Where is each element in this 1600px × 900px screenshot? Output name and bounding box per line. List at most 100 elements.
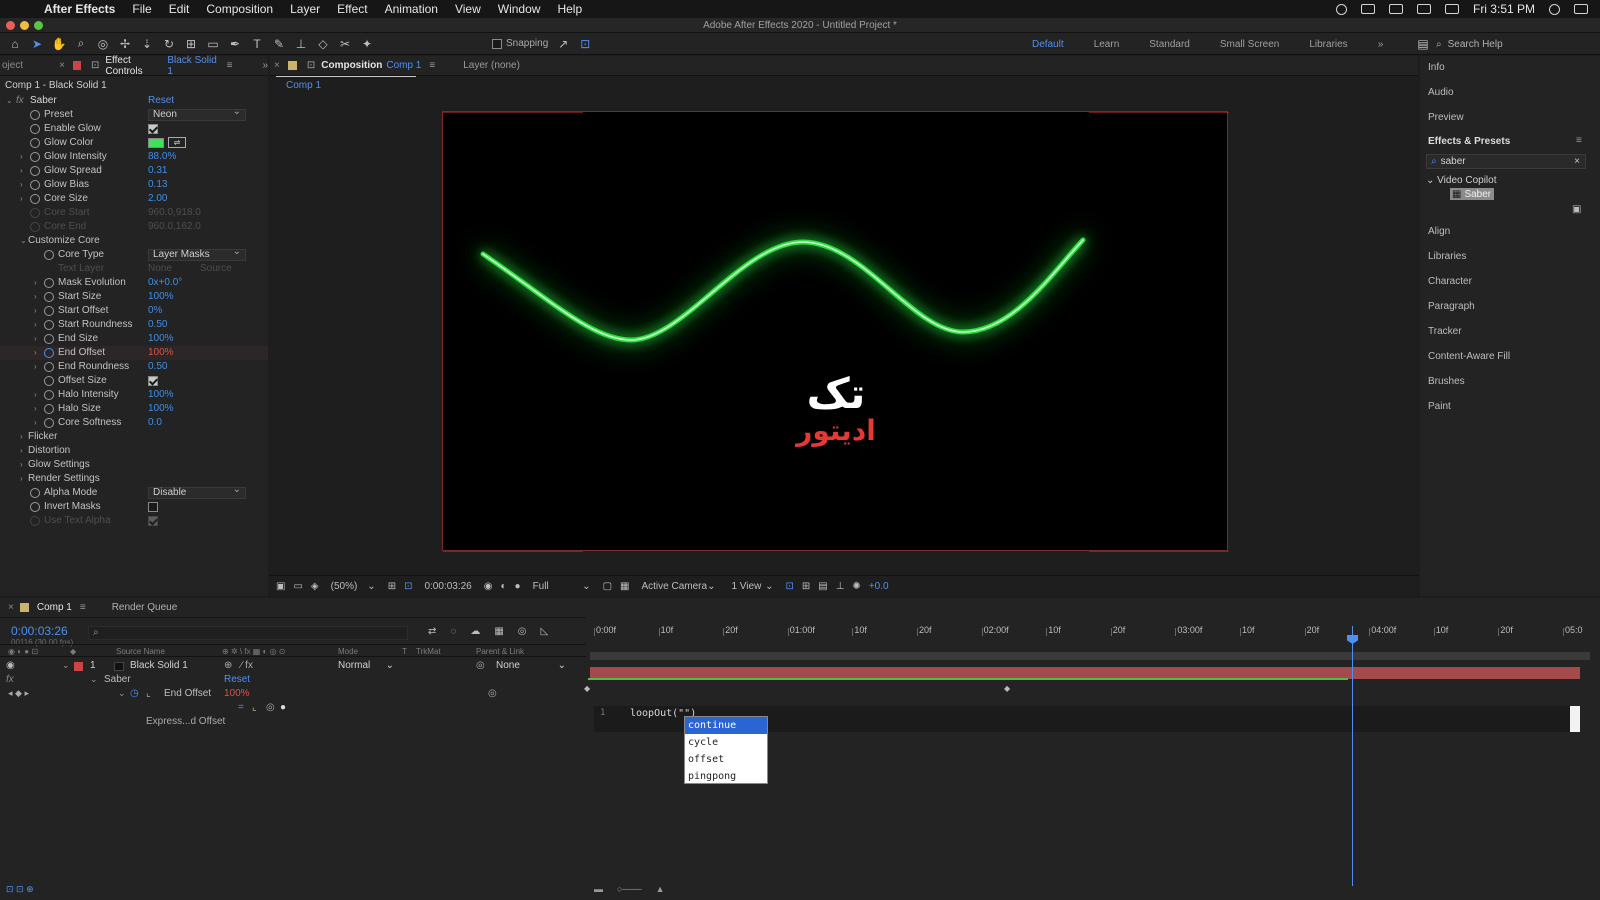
menu-file[interactable]: File: [132, 2, 151, 16]
group-twirl-icon[interactable]: ›: [20, 472, 28, 486]
panel-libraries[interactable]: Libraries: [1428, 251, 1466, 262]
prop-start-size[interactable]: › Start Size 100%: [0, 290, 268, 304]
timeline-menu-icon[interactable]: ≡: [80, 602, 86, 613]
stopwatch-icon[interactable]: [44, 320, 54, 330]
layer-switches-toggle-icon[interactable]: ⊡ ⊡ ⊕: [6, 884, 34, 894]
snap-edges-icon[interactable]: ↗: [556, 37, 570, 51]
control-center-icon[interactable]: [1574, 4, 1588, 14]
exposure-icon[interactable]: ✺: [852, 581, 860, 592]
graph-editor-icon[interactable]: ◺: [541, 626, 549, 637]
menu-composition[interactable]: Composition: [206, 2, 273, 16]
zoom-tool-icon[interactable]: ⌕: [74, 36, 88, 51]
anchor-tool-icon[interactable]: ⊞: [184, 37, 198, 51]
monitor-icon[interactable]: ▭: [293, 581, 302, 592]
prop-customize-core[interactable]: ⌄ Customize Core: [0, 234, 268, 248]
autocomplete-option-offset[interactable]: offset: [685, 751, 767, 768]
layer-mode-dropdown[interactable]: Normal ⌄: [338, 660, 394, 671]
effects-search-input[interactable]: ⌕ saber ×: [1426, 154, 1586, 169]
stopwatch-icon[interactable]: [30, 208, 40, 218]
always-preview-icon[interactable]: ▣: [276, 581, 285, 592]
tab-layer[interactable]: Layer (none): [463, 60, 520, 71]
prop-value[interactable]: 2.00: [148, 192, 167, 206]
lock-icon[interactable]: ⊡: [91, 60, 99, 71]
prop-dropdown[interactable]: Layer Masks: [148, 247, 246, 261]
prop-start-offset[interactable]: › Start Offset 0%: [0, 304, 268, 318]
prop-twirl-icon[interactable]: ›: [20, 150, 28, 164]
prop-halo-size[interactable]: › Halo Size 100%: [0, 402, 268, 416]
property-value[interactable]: 100%: [224, 688, 250, 699]
prop-start-roundness[interactable]: › Start Roundness 0.50: [0, 318, 268, 332]
stopwatch-icon[interactable]: [44, 404, 54, 414]
stopwatch-icon[interactable]: [44, 306, 54, 316]
tab-effect-layer[interactable]: Black Solid 1: [167, 55, 218, 77]
cloud-icon[interactable]: [1360, 4, 1375, 14]
pixel-aspect-icon[interactable]: ⊡: [785, 581, 793, 592]
prop-halo-intensity[interactable]: › Halo Intensity 100%: [0, 388, 268, 402]
search-help[interactable]: ⌕ Search Help: [1436, 37, 1586, 51]
expand-panels-icon[interactable]: »: [262, 60, 268, 71]
prop-core-end[interactable]: Core End 960.0,162.0: [0, 220, 268, 234]
prop-core-size[interactable]: › Core Size 2.00: [0, 192, 268, 206]
property-row[interactable]: ◂ ◆ ▸ ⌄ ◷ ⌞ End Offset 100% ◎: [0, 688, 586, 702]
prop-twirl-icon[interactable]: ›: [34, 318, 42, 332]
prop-value[interactable]: 100%: [148, 402, 174, 416]
prop-twirl-icon[interactable]: ›: [34, 276, 42, 290]
menu-animation[interactable]: Animation: [385, 2, 438, 16]
stopwatch-icon[interactable]: [44, 362, 54, 372]
prop-value[interactable]: 100%: [148, 346, 174, 360]
stopwatch-icon[interactable]: [44, 418, 54, 428]
zoom-slider[interactable]: ○───: [617, 884, 642, 894]
group-twirl-icon[interactable]: ›: [20, 458, 28, 472]
exposure-value[interactable]: +0.0: [869, 581, 889, 592]
eject-icon[interactable]: [1416, 4, 1431, 14]
tab-timeline-comp[interactable]: Comp 1: [37, 602, 72, 613]
prop-value[interactable]: 0.31: [148, 164, 167, 178]
menu-view[interactable]: View: [455, 2, 481, 16]
glow-color-swatch[interactable]: [148, 138, 164, 148]
autocomplete-option-pingpong[interactable]: pingpong: [685, 768, 767, 785]
selection-tool-icon[interactable]: ➤: [30, 37, 44, 51]
parent-pickwhip-icon[interactable]: ◎: [476, 660, 485, 671]
record-icon[interactable]: [1335, 3, 1347, 15]
menu-effect[interactable]: Effect: [337, 2, 367, 16]
prop-enable-glow[interactable]: Enable Glow: [0, 122, 268, 136]
panel-menu-icon[interactable]: ≡: [227, 60, 233, 71]
prop-checkbox[interactable]: [148, 376, 158, 386]
region-icon[interactable]: ⊡: [404, 581, 412, 592]
prop-distortion[interactable]: › Distortion: [0, 444, 268, 458]
snapping-toggle[interactable]: Snapping: [492, 38, 548, 49]
panel-tracker[interactable]: Tracker: [1428, 326, 1462, 337]
prop-flicker[interactable]: › Flicker: [0, 430, 268, 444]
tab-effect-controls[interactable]: Effect Controls: [105, 55, 163, 77]
stopwatch-icon[interactable]: [44, 278, 54, 288]
col-source-name[interactable]: Source Name: [116, 647, 165, 656]
prop-value[interactable]: 0x+0.0°: [148, 276, 182, 290]
prop-value[interactable]: 0.50: [148, 318, 167, 332]
close-window-button[interactable]: [6, 21, 15, 30]
stopwatch-icon[interactable]: [30, 166, 40, 176]
collapse-twirl-icon[interactable]: ⌄: [6, 94, 14, 108]
col-mode[interactable]: Mode: [338, 647, 358, 656]
prop-twirl-icon[interactable]: ›: [34, 360, 42, 374]
apple-icon[interactable]: [18, 2, 34, 16]
group-twirl-icon[interactable]: ›: [20, 444, 28, 458]
col-parent[interactable]: Parent & Link: [476, 647, 524, 656]
composition-mini-flowchart-icon[interactable]: ⇄: [428, 626, 436, 637]
snap-features-icon[interactable]: ⊡: [578, 37, 592, 51]
clear-search-icon[interactable]: ×: [1574, 156, 1580, 167]
expression-graph-icon[interactable]: ⌞: [252, 702, 257, 713]
keyframe-nav-icon[interactable]: ◂ ◆ ▸: [8, 688, 29, 699]
prop-end-roundness[interactable]: › End Roundness 0.50: [0, 360, 268, 374]
prop-twirl-icon[interactable]: ›: [20, 192, 28, 206]
prop-core-type[interactable]: Core Type Layer Masks: [0, 247, 268, 262]
prop-twirl-icon[interactable]: ›: [34, 332, 42, 346]
stopwatch-icon[interactable]: [30, 124, 40, 134]
prop-twirl-icon[interactable]: ›: [34, 346, 42, 360]
prop-twirl-icon[interactable]: ›: [20, 164, 28, 178]
prop-value[interactable]: 88.0%: [148, 150, 176, 164]
roto-tool-icon[interactable]: ✂: [338, 37, 352, 51]
stopwatch-icon[interactable]: [30, 488, 40, 498]
stopwatch-icon[interactable]: [44, 390, 54, 400]
stopwatch-icon[interactable]: [30, 516, 40, 526]
effect-twirl-icon[interactable]: ⌄: [90, 674, 98, 685]
